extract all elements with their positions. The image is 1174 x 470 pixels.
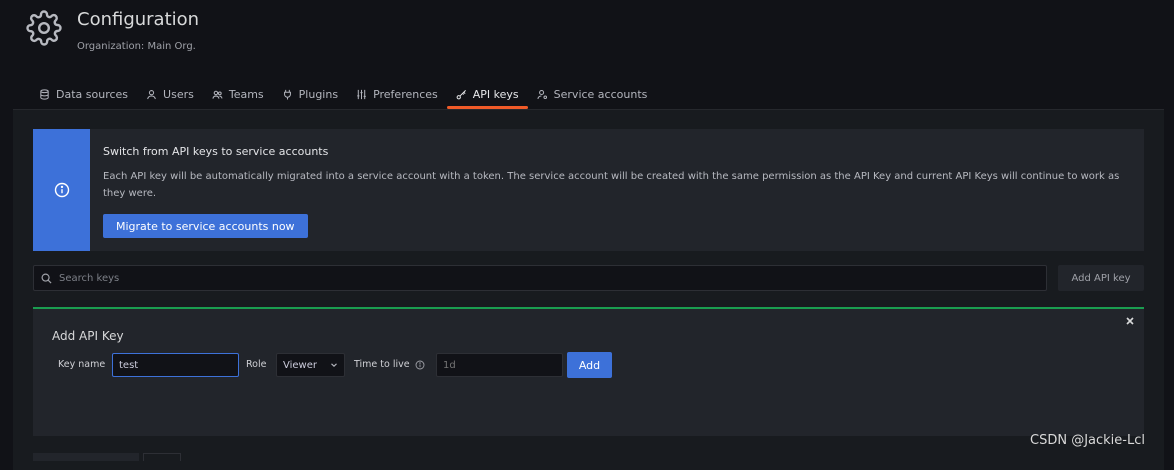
tab-bar: Data sources Users Teams Plugins Prefere… xyxy=(30,82,656,109)
info-icon[interactable] xyxy=(415,360,425,370)
tab-label: Users xyxy=(163,88,194,101)
role-label: Role xyxy=(246,359,267,370)
tab-teams[interactable]: Teams xyxy=(203,82,273,107)
migrate-to-service-accounts-button[interactable]: Migrate to service accounts now xyxy=(103,214,308,238)
user-icon xyxy=(147,90,156,100)
search-icon xyxy=(41,273,52,284)
next-section-fragment xyxy=(143,453,181,461)
tab-label: Data sources xyxy=(56,88,129,101)
form-title: Add API Key xyxy=(52,329,124,343)
tab-label: Service accounts xyxy=(553,88,648,101)
gear-icon xyxy=(26,10,62,46)
alert-title: Switch from API keys to service accounts xyxy=(103,145,329,158)
key-name-input[interactable] xyxy=(112,353,239,377)
tab-preferences[interactable]: Preferences xyxy=(347,82,447,107)
tab-label: Preferences xyxy=(373,88,438,101)
add-api-key-button[interactable]: Add API key xyxy=(1058,265,1144,291)
role-select[interactable]: Viewer xyxy=(276,353,345,377)
ttl-label: Time to live xyxy=(354,359,410,370)
tab-api-keys[interactable]: API keys xyxy=(446,82,528,109)
page-title: Configuration xyxy=(77,9,200,30)
key-icon xyxy=(456,90,466,100)
next-section-fragment xyxy=(33,453,139,461)
users-icon xyxy=(212,90,223,99)
tab-data-sources[interactable]: Data sources xyxy=(30,82,137,107)
tab-label: Plugins xyxy=(298,88,339,101)
search-bar xyxy=(33,265,1047,291)
add-api-key-form: Add API Key Key name Role Viewer Time to… xyxy=(33,307,1144,436)
close-icon[interactable] xyxy=(1124,315,1136,327)
page-subtitle: Organization: Main Org. xyxy=(77,41,196,52)
chevron-down-icon xyxy=(331,363,337,367)
tab-service-accounts[interactable]: Service accounts xyxy=(528,82,657,107)
alert-text: Each API key will be automatically migra… xyxy=(103,171,1120,199)
tab-users[interactable]: Users xyxy=(137,82,203,107)
add-button[interactable]: Add xyxy=(567,352,612,378)
tab-plugins[interactable]: Plugins xyxy=(273,82,347,107)
migration-alert: Switch from API keys to service accounts… xyxy=(33,129,1144,251)
tab-label: Teams xyxy=(228,88,264,101)
database-icon xyxy=(40,89,49,100)
alert-icon-strip xyxy=(33,129,90,251)
role-value: Viewer xyxy=(283,359,317,371)
watermark: CSDN @Jackie-Lcl xyxy=(1030,433,1145,448)
user-cog-icon xyxy=(537,89,547,100)
sliders-icon xyxy=(357,89,366,100)
info-circle-icon xyxy=(54,182,69,198)
tab-label: API keys xyxy=(472,88,519,101)
plug-icon xyxy=(283,89,291,100)
search-input[interactable] xyxy=(57,271,1021,285)
ttl-input[interactable] xyxy=(436,353,563,377)
key-name-label: Key name xyxy=(58,359,106,370)
page-header: Configuration Organization: Main Org. xyxy=(0,0,1174,80)
